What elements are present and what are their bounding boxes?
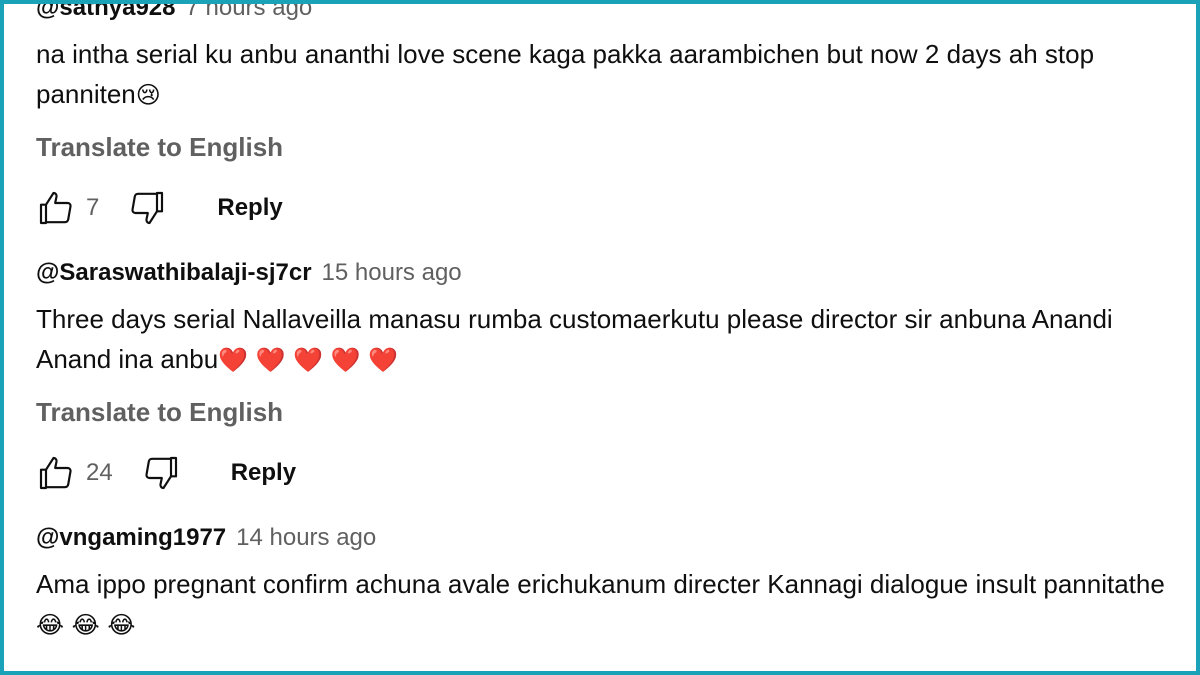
- comment-timestamp[interactable]: 7 hours ago: [186, 0, 313, 28]
- comment-author[interactable]: @Saraswathibalaji-sj7cr: [36, 253, 312, 293]
- comments-list: @sathya928 7 hours ago na intha serial k…: [36, 0, 1176, 645]
- comment-text-body: na intha serial ku anbu ananthi love sce…: [36, 39, 1095, 109]
- comment-header: @sathya928 7 hours ago: [36, 0, 1176, 28]
- comment-author[interactable]: @sathya928: [36, 0, 176, 28]
- thumbs-down-icon[interactable]: [127, 188, 167, 228]
- comment-actions: 7 Reply: [36, 183, 1176, 233]
- thumbs-up-icon[interactable]: [36, 453, 76, 493]
- thumbs-down-icon[interactable]: [141, 453, 181, 493]
- comment-header: @vngaming1977 14 hours ago: [36, 518, 1176, 558]
- like-count: 7: [86, 194, 100, 221]
- comment-item: @vngaming1977 14 hours ago Ama ippo preg…: [36, 518, 1176, 645]
- comment-text: Ama ippo pregnant confirm achuna avale e…: [36, 564, 1176, 645]
- reply-button[interactable]: Reply: [231, 459, 296, 487]
- comment-header: @Saraswathibalaji-sj7cr 15 hours ago: [36, 253, 1176, 293]
- comment-text-body: Three days serial Nallaveilla manasu rum…: [36, 304, 1113, 374]
- comment-text: Three days serial Nallaveilla manasu rum…: [36, 299, 1176, 380]
- comment-timestamp[interactable]: 15 hours ago: [322, 253, 462, 293]
- thumbs-up-icon[interactable]: [36, 188, 76, 228]
- comment-author[interactable]: @vngaming1977: [36, 518, 226, 558]
- translate-button[interactable]: Translate to English: [36, 127, 1176, 167]
- comment-actions: 24 Reply: [36, 448, 1176, 498]
- crying-emoji: 😢: [135, 81, 161, 109]
- translate-button[interactable]: Translate to English: [36, 392, 1176, 432]
- comment-timestamp[interactable]: 14 hours ago: [236, 518, 376, 558]
- laughing-emoji: 😂 😂 😂: [36, 611, 136, 639]
- like-count: 24: [86, 459, 113, 486]
- comment-item: @Saraswathibalaji-sj7cr 15 hours ago Thr…: [36, 253, 1176, 498]
- comment-text-body: Ama ippo pregnant confirm achuna avale e…: [36, 569, 1165, 599]
- comment-item: @sathya928 7 hours ago na intha serial k…: [36, 0, 1176, 233]
- comment-text: na intha serial ku anbu ananthi love sce…: [36, 34, 1176, 115]
- reply-button[interactable]: Reply: [217, 194, 282, 222]
- heart-emoji: ❤️ ❤️ ❤️ ❤️ ❤️: [218, 346, 399, 374]
